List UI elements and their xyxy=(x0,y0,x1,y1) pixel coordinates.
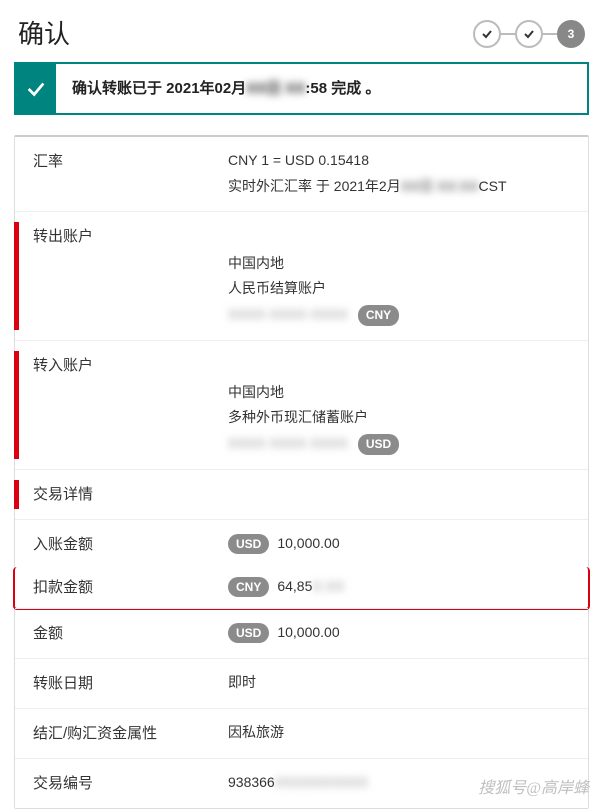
purpose-row: 结汇/购汇资金属性 因私旅游 xyxy=(15,708,588,758)
rate-label: 汇率 xyxy=(33,151,228,172)
credit-currency-badge: USD xyxy=(228,534,269,555)
credit-label: 入账金额 xyxy=(33,534,228,555)
amount-label: 金额 xyxy=(33,623,228,644)
purpose-label: 结汇/购汇资金属性 xyxy=(33,723,228,744)
from-label: 转出账户 xyxy=(33,226,228,247)
debit-amount-row-highlight: 扣款金额 CNY 64,85X.XX xyxy=(13,567,590,610)
check-icon xyxy=(16,64,56,113)
transfer-date-value: 即时 xyxy=(228,674,256,690)
step-number: 3 xyxy=(568,26,575,43)
to-currency-badge: USD xyxy=(358,434,399,455)
amount-currency-badge: USD xyxy=(228,623,269,644)
details-card: 汇率 CNY 1 = USD 0.15418 实时外汇汇率 于 2021年2月 … xyxy=(14,135,589,808)
step-connector xyxy=(501,33,515,35)
from-account-number-hidden: XXXX XXXX XXXX xyxy=(228,305,348,325)
transfer-date-label: 转账日期 xyxy=(33,673,228,694)
reference-value: 938366 xyxy=(228,773,275,793)
purpose-value: 因私旅游 xyxy=(228,724,284,740)
to-account-row: 转入账户 中国内地 多种外币现汇储蓄账户 XXXX XXXX XXXX USD xyxy=(15,340,588,469)
rate-value: CNY 1 = USD 0.15418 xyxy=(228,151,369,171)
from-region: 中国内地 xyxy=(228,254,284,274)
transaction-section-label: 交易详情 xyxy=(33,484,228,505)
notice-prefix: 确认转账已于 2021年02月 xyxy=(72,80,246,97)
rate-time-hidden: XX日 XX:XX xyxy=(401,177,479,197)
step-1-done-icon xyxy=(473,20,501,48)
notice-suffix: :58 完成 。 xyxy=(305,80,380,97)
amount-value: 10,000.00 xyxy=(277,623,339,643)
debit-label: 扣款金额 xyxy=(33,577,228,598)
from-account-row: 转出账户 中国内地 人民币结算账户 XXXX XXXX XXXX CNY xyxy=(15,211,588,340)
step-3-active: 3 xyxy=(557,20,585,48)
to-account-type: 多种外币现汇储蓄账户 xyxy=(228,408,368,428)
transfer-date-row: 转账日期 即时 xyxy=(15,658,588,708)
to-account-number-hidden: XXXX XXXX XXXX xyxy=(228,434,348,454)
debit-amount: 64,85 xyxy=(277,577,312,597)
page-title: 确认 xyxy=(18,16,70,52)
rate-time-prefix: 实时外汇汇率 于 2021年2月 xyxy=(228,177,401,197)
debit-currency-badge: CNY xyxy=(228,577,269,598)
step-2-done-icon xyxy=(515,20,543,48)
to-label: 转入账户 xyxy=(33,355,228,376)
from-account-type: 人民币结算账户 xyxy=(228,279,326,299)
reference-hidden: XXXXXXXXXX xyxy=(275,773,368,793)
success-notice: 确认转账已于 2021年02月XX日 XX:58 完成 。 xyxy=(14,62,589,115)
step-indicator: 3 xyxy=(473,20,585,48)
transaction-section-header: 交易详情 xyxy=(15,469,588,519)
rate-row: 汇率 CNY 1 = USD 0.15418 实时外汇汇率 于 2021年2月 … xyxy=(15,137,588,210)
confirmation-header: 确认 3 xyxy=(0,0,603,62)
rate-time-suffix: CST xyxy=(479,177,507,197)
step-connector xyxy=(543,33,557,35)
amount-row: 金额 USD 10,000.00 xyxy=(15,608,588,658)
to-region: 中国内地 xyxy=(228,383,284,403)
notice-hidden: XX日 XX xyxy=(246,80,305,97)
credit-amount-row: 入账金额 USD 10,000.00 xyxy=(15,519,588,569)
credit-amount: 10,000.00 xyxy=(277,534,339,554)
notice-text: 确认转账已于 2021年02月XX日 XX:58 完成 。 xyxy=(56,64,396,113)
reference-label: 交易编号 xyxy=(33,773,228,794)
debit-amount-hidden: X.XX xyxy=(312,577,344,597)
reference-row: 交易编号 938366XXXXXXXXXX xyxy=(15,758,588,808)
from-currency-badge: CNY xyxy=(358,305,399,326)
